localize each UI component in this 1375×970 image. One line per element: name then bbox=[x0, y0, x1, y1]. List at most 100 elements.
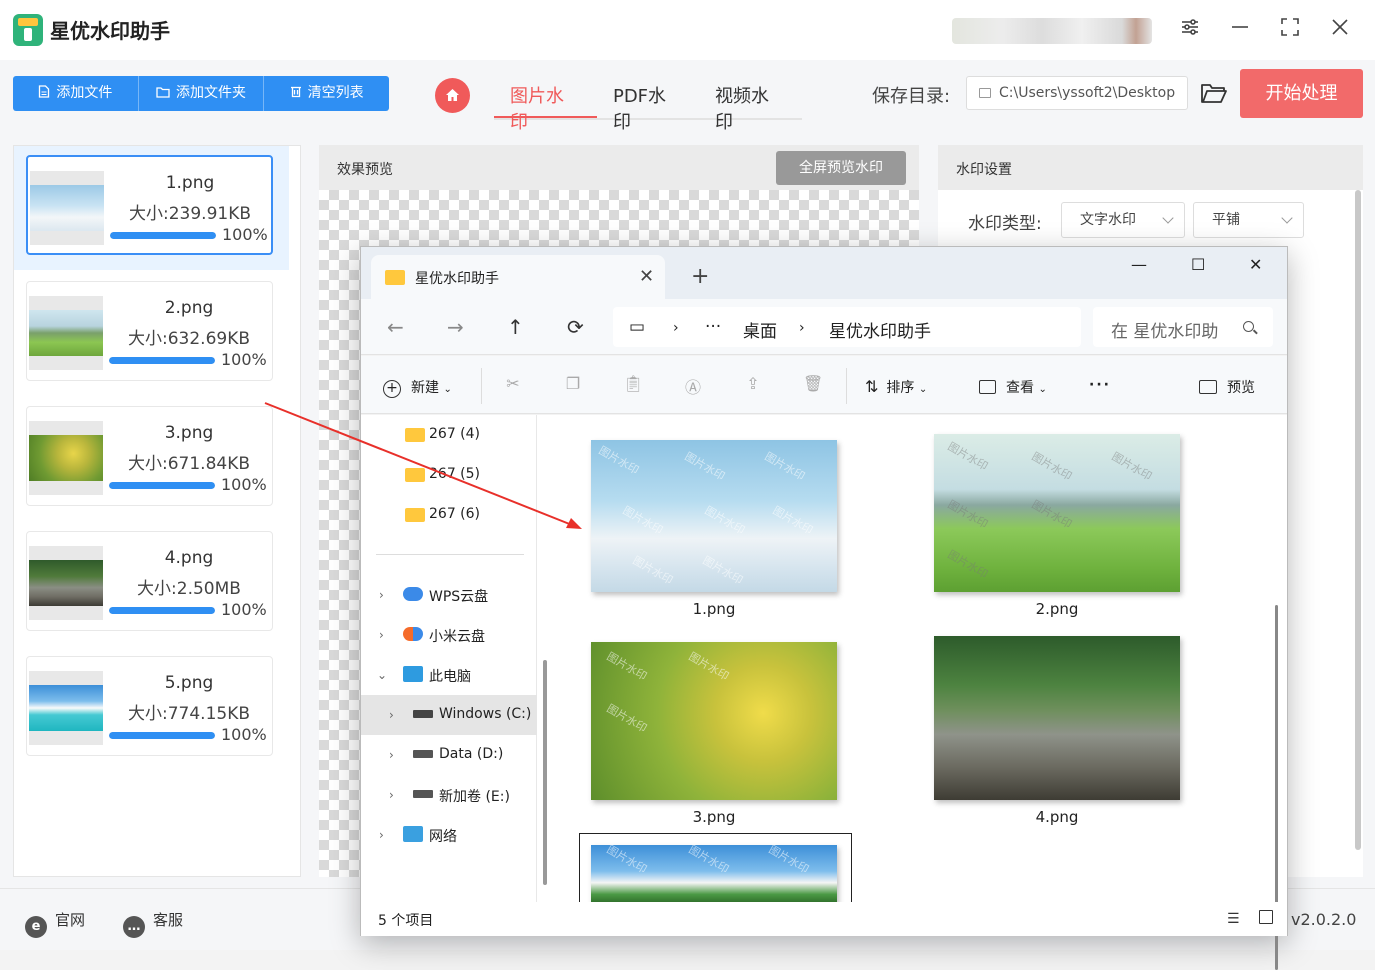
minimize-icon[interactable] bbox=[1226, 16, 1254, 44]
file-item-1[interactable]: 1.png 大小:239.91KB 100% bbox=[26, 155, 273, 255]
explorer-command-bar: + 新建 ⌄ ✂ ❐ 📋︎ Ⓐ ⇪ 🗑︎ ⇅ 排序 ⌄ 查看 ⌄ ··· 预览 bbox=[361, 356, 1287, 414]
watermark-overlay-text: 图片水印 bbox=[945, 547, 991, 582]
chevron-right-icon[interactable]: › bbox=[379, 588, 384, 602]
minimize-icon[interactable]: — bbox=[1131, 255, 1147, 274]
browser-e-icon: e bbox=[25, 916, 47, 938]
close-icon[interactable]: ✕ bbox=[1249, 255, 1262, 274]
cut-icon[interactable]: ✂ bbox=[503, 374, 523, 394]
file-progress-percent: 100% bbox=[221, 725, 267, 744]
settings-scrollbar[interactable] bbox=[1355, 190, 1361, 850]
refresh-icon[interactable]: ⟳ bbox=[567, 315, 584, 339]
new-tab-icon[interactable]: + bbox=[691, 264, 709, 289]
chevron-right-icon[interactable]: › bbox=[389, 788, 394, 802]
maximize-icon[interactable] bbox=[1276, 16, 1304, 44]
home-button[interactable] bbox=[435, 78, 470, 113]
add-folder-button[interactable]: 添加文件夹 bbox=[139, 76, 265, 111]
watermark-overlay-text: 图片水印 bbox=[686, 649, 732, 684]
breadcrumb-desktop[interactable]: 桌面 bbox=[743, 317, 777, 342]
explorer-tab-title: 星优水印助手 bbox=[415, 271, 499, 287]
explorer-search-box[interactable]: 在 星优水印助手 中搜索 bbox=[1093, 307, 1273, 347]
file-item-3[interactable]: 3.png 大小:671.84KB 100% bbox=[26, 406, 273, 506]
view-button[interactable]: 查看 ⌄ bbox=[979, 377, 1047, 397]
copy-icon[interactable]: ❐ bbox=[563, 374, 583, 394]
file-explorer-window: 星优水印助手 ✕ + — ☐ ✕ ← → ↑ ⟳ ▭ › ··· 桌面 › 星优… bbox=[360, 246, 1288, 970]
nav-label: Data (D:) bbox=[439, 746, 504, 762]
close-tab-icon[interactable]: ✕ bbox=[639, 266, 654, 287]
add-file-button[interactable]: 添加文件 bbox=[13, 76, 139, 111]
chevron-down-icon bbox=[1281, 212, 1293, 224]
website-link[interactable]: e 官网 bbox=[25, 909, 85, 938]
folder-icon bbox=[405, 428, 425, 442]
preview-pane-button[interactable]: 预览 bbox=[1199, 377, 1255, 397]
start-processing-button[interactable]: 开始处理 bbox=[1240, 69, 1363, 118]
file-thumbnail bbox=[29, 421, 103, 495]
delete-icon[interactable]: 🗑︎ bbox=[803, 374, 823, 394]
tab-image-watermark[interactable]: 图片水印 bbox=[494, 78, 597, 133]
more-options-icon[interactable]: ··· bbox=[1089, 377, 1111, 393]
sort-button[interactable]: ⇅ 排序 ⌄ bbox=[865, 377, 927, 397]
nav-folder-267-4[interactable]: 267 (4) bbox=[361, 415, 537, 455]
forward-arrow-icon[interactable]: → bbox=[447, 315, 464, 339]
save-path-field[interactable]: C:\Users\yssoft2\Desktop bbox=[966, 76, 1188, 110]
user-avatar-blurred[interactable] bbox=[952, 18, 1152, 44]
fullscreen-preview-button[interactable]: 全屏预览水印 bbox=[776, 151, 906, 185]
file-button-group: 添加文件 添加文件夹 清空列表 bbox=[13, 76, 389, 111]
website-label: 官网 bbox=[55, 911, 86, 929]
tab-video-watermark[interactable]: 视频水印 bbox=[699, 78, 802, 133]
browse-folder-button[interactable] bbox=[1200, 80, 1228, 108]
tab-pdf-watermark[interactable]: PDF水印 bbox=[597, 78, 699, 133]
nav-scrollbar[interactable] bbox=[543, 660, 547, 885]
details-view-icon[interactable]: ☰ bbox=[1227, 911, 1240, 927]
share-icon[interactable]: ⇪ bbox=[743, 374, 763, 394]
chat-bubble-icon: … bbox=[123, 916, 145, 938]
nav-drive-d[interactable]: › Data (D:) bbox=[361, 735, 537, 775]
watermark-overlay-text: 图片水印 bbox=[596, 443, 642, 478]
file-item-2[interactable]: 2.png 大小:632.69KB 100% bbox=[26, 281, 273, 381]
app-logo-icon bbox=[13, 14, 43, 46]
nav-label: 小米云盘 bbox=[429, 629, 485, 645]
settings-header: 水印设置 bbox=[938, 145, 1363, 190]
close-icon[interactable] bbox=[1326, 16, 1354, 44]
paste-icon[interactable]: 📋︎ bbox=[623, 374, 643, 394]
nav-label: 267 (4) bbox=[429, 426, 481, 442]
up-arrow-icon[interactable]: ↑ bbox=[507, 315, 524, 339]
nav-network[interactable]: › 网络 bbox=[361, 815, 537, 855]
settings-sliders-icon[interactable] bbox=[1176, 16, 1204, 44]
chevron-right-icon[interactable]: › bbox=[379, 828, 384, 842]
back-arrow-icon[interactable]: ← bbox=[387, 315, 404, 339]
rename-icon[interactable]: Ⓐ bbox=[683, 374, 703, 397]
file-item-4[interactable]: 4.png 大小:2.50MB 100% bbox=[26, 531, 273, 631]
plus-circle-icon: + bbox=[383, 380, 401, 398]
file-item-5[interactable]: 5.png 大小:774.15KB 100% bbox=[26, 656, 273, 756]
chevron-right-icon[interactable]: › bbox=[379, 628, 384, 642]
breadcrumb-current-folder[interactable]: 星优水印助手 bbox=[829, 317, 931, 342]
clear-list-button[interactable]: 清空列表 bbox=[264, 76, 389, 111]
save-path-value: C:\Users\yssoft2\Desktop bbox=[999, 85, 1176, 101]
nav-folder-267-6[interactable]: 267 (6) bbox=[361, 495, 537, 535]
file-content-area: 图片水印 图片水印 图片水印 图片水印 图片水印 图片水印 图片水印 图片水印 … bbox=[554, 415, 1266, 903]
nav-folder-267-5[interactable]: 267 (5) bbox=[361, 455, 537, 495]
file-tile-5-selected[interactable]: 图片水印 图片水印 图片水印 bbox=[579, 833, 852, 903]
address-bar[interactable]: ▭ › ··· 桌面 › 星优水印助手 bbox=[613, 307, 1081, 347]
file-thumbnail bbox=[30, 171, 104, 245]
new-button[interactable]: + 新建 ⌄ bbox=[383, 377, 452, 398]
more-locations-icon[interactable]: ··· bbox=[705, 317, 721, 337]
nav-mi-cloud[interactable]: › 小米云盘 bbox=[361, 615, 537, 655]
explorer-tab[interactable]: 星优水印助手 ✕ bbox=[371, 255, 665, 299]
customer-service-link[interactable]: … 客服 bbox=[123, 909, 183, 938]
chevron-right-icon[interactable]: › bbox=[389, 748, 394, 762]
nav-wps-cloud[interactable]: › WPS云盘 bbox=[361, 575, 537, 615]
chevron-right-icon[interactable]: › bbox=[389, 708, 394, 722]
maximize-icon[interactable]: ☐ bbox=[1191, 255, 1205, 274]
add-folder-label: 添加文件夹 bbox=[176, 85, 246, 101]
watermark-overlay-text: 图片水印 bbox=[762, 449, 808, 484]
watermark-layout-select[interactable]: 平铺 bbox=[1193, 202, 1304, 238]
chevron-down-icon[interactable]: ⌄ bbox=[377, 668, 387, 682]
tiles-view-icon[interactable] bbox=[1259, 910, 1273, 924]
nav-drive-e[interactable]: › 新加卷 (E:) bbox=[361, 775, 537, 815]
nav-drive-c[interactable]: › Windows (C:) bbox=[361, 695, 537, 735]
watermark-type-select[interactable]: 文字水印 bbox=[1061, 202, 1185, 238]
watermark-overlay-text: 图片水印 bbox=[1109, 449, 1155, 484]
nav-label: 此电脑 bbox=[429, 669, 471, 685]
nav-this-pc[interactable]: ⌄ 此电脑 bbox=[361, 655, 537, 695]
